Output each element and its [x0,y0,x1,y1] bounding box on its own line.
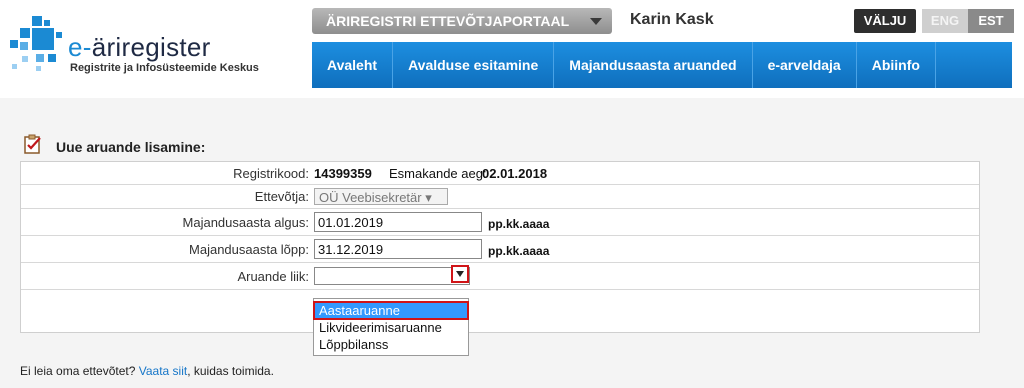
portal-selector-button[interactable]: ÄRIREGISTRI ETTEVÕTJAPORTAAL [312,8,612,34]
start-date-input[interactable]: 01.01.2019 [314,212,482,232]
help-text-after: , kuidas toimida. [187,364,274,378]
company-select-value: OÜ Veebisekretär [319,190,422,205]
header: e-äriregister Registrite ja Infosüsteemi… [0,0,1024,98]
option-loppbilanss[interactable]: Lõppbilanss [314,336,468,353]
reg-code-value: 14399359 [314,166,372,181]
form-row-start: Majandusaasta algus: 01.01.2019 pp.kk.aa… [21,209,979,236]
reg-code-label: Registrikood: [233,166,309,181]
report-type-dropdown-button[interactable] [451,265,469,283]
option-likvideerimisaruanne[interactable]: Likvideerimisaruanne [314,319,468,336]
report-type-select[interactable] [314,267,470,285]
report-type-dropdown-list: Aastaaruanne Likvideerimisaruanne Lõppbi… [313,298,469,356]
logo-name: äriregister [91,32,211,62]
logo-mark-icon [10,16,62,71]
end-date-hint: pp.kk.aaaa [488,244,550,258]
help-text: Ei leia oma ettevõtet? Vaata siit, kuida… [20,364,274,378]
checklist-icon [24,134,41,154]
nav-item-e-arveldaja[interactable]: e-arveldaja [753,42,857,88]
end-date-label: Majandusaasta lõpp: [189,242,309,257]
help-link[interactable]: Vaata siit [139,364,187,378]
portal-label: ÄRIREGISTRI ETTEVÕTJAPORTAAL [326,13,570,29]
end-date-input[interactable]: 31.12.2019 [314,239,482,259]
main-nav: Avaleht Avalduse esitamine Majandusaasta… [312,42,1012,88]
form-row-end: Majandusaasta lõpp: 31.12.2019 pp.kk.aaa… [21,236,979,263]
first-entry-label: Esmakande aeg: [389,166,487,181]
start-date-hint: pp.kk.aaaa [488,217,550,231]
nav-item-abiinfo[interactable]: Abiinfo [857,42,936,88]
report-type-label: Aruande liik: [237,269,309,284]
lang-est-button[interactable]: EST [968,9,1014,33]
user-name: Karin Kask [630,11,714,28]
chevron-down-icon [590,18,602,25]
company-select: OÜ Veebisekretär ▾ [314,188,448,205]
help-text-before: Ei leia oma ettevõtet? [20,364,136,378]
logout-button[interactable]: VÄLJU [854,9,916,33]
nav-item-avaleht[interactable]: Avaleht [312,42,394,88]
page-title: Uue aruande lisamine: [56,139,206,155]
nav-item-majandusaasta-aruanded[interactable]: Majandusaasta aruanded [554,42,753,88]
report-form: Registrikood: 14399359 Esmakande aeg: 02… [20,161,980,333]
lang-eng-button[interactable]: ENG [922,9,968,33]
first-entry-value: 02.01.2018 [482,166,548,181]
caret-down-icon [456,271,464,277]
logo-text[interactable]: e-äriregister [68,32,211,63]
option-aastaaruanne[interactable]: Aastaaruanne [313,301,469,320]
logo-prefix: e- [68,32,92,62]
form-row-company: Ettevõtja: OÜ Veebisekretär ▾ [21,185,979,209]
company-label: Ettevõtja: [254,189,309,204]
start-date-label: Majandusaasta algus: [182,215,309,230]
logo-subtitle: Registrite ja Infosüsteemide Keskus [70,62,259,74]
form-row-type: Aruande liik: [21,263,979,290]
nav-item-avalduse-esitamine[interactable]: Avalduse esitamine [393,42,555,88]
form-row-registry: Registrikood: 14399359 Esmakande aeg: 02… [21,162,979,185]
